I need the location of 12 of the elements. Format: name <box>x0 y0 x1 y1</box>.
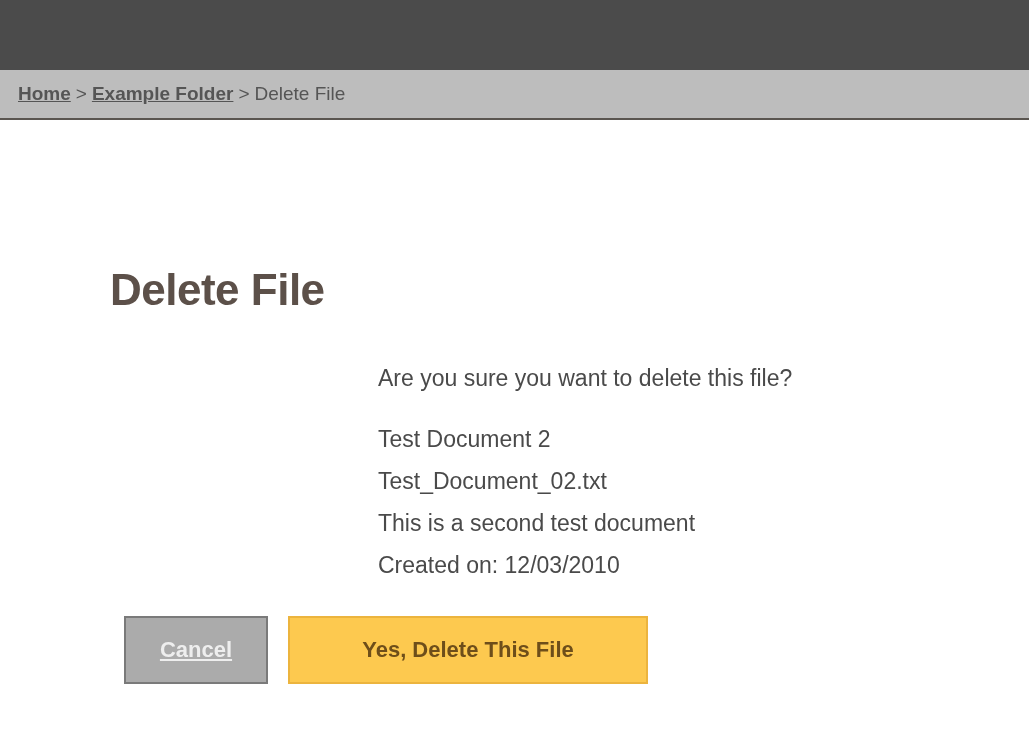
file-detail: Created on: 12/03/2010 <box>378 551 621 580</box>
breadcrumb-current: Delete File <box>254 83 346 105</box>
file-detail: Test Document 2 <box>378 425 552 454</box>
breadcrumb-separator: > <box>75 83 87 105</box>
breadcrumb-separator: > <box>238 83 250 105</box>
file-detail: This is a second test document <box>378 509 697 538</box>
page-heading: Delete File <box>110 265 326 315</box>
file-detail: Test_Document_02.txt <box>378 467 608 496</box>
breadcrumb-link[interactable]: Example Folder <box>91 83 234 105</box>
delete-button[interactable]: Yes, Delete This File <box>288 616 648 684</box>
breadcrumb-link[interactable]: Home <box>18 83 71 105</box>
confirm-question: Are you sure you want to delete this file? <box>378 365 794 392</box>
